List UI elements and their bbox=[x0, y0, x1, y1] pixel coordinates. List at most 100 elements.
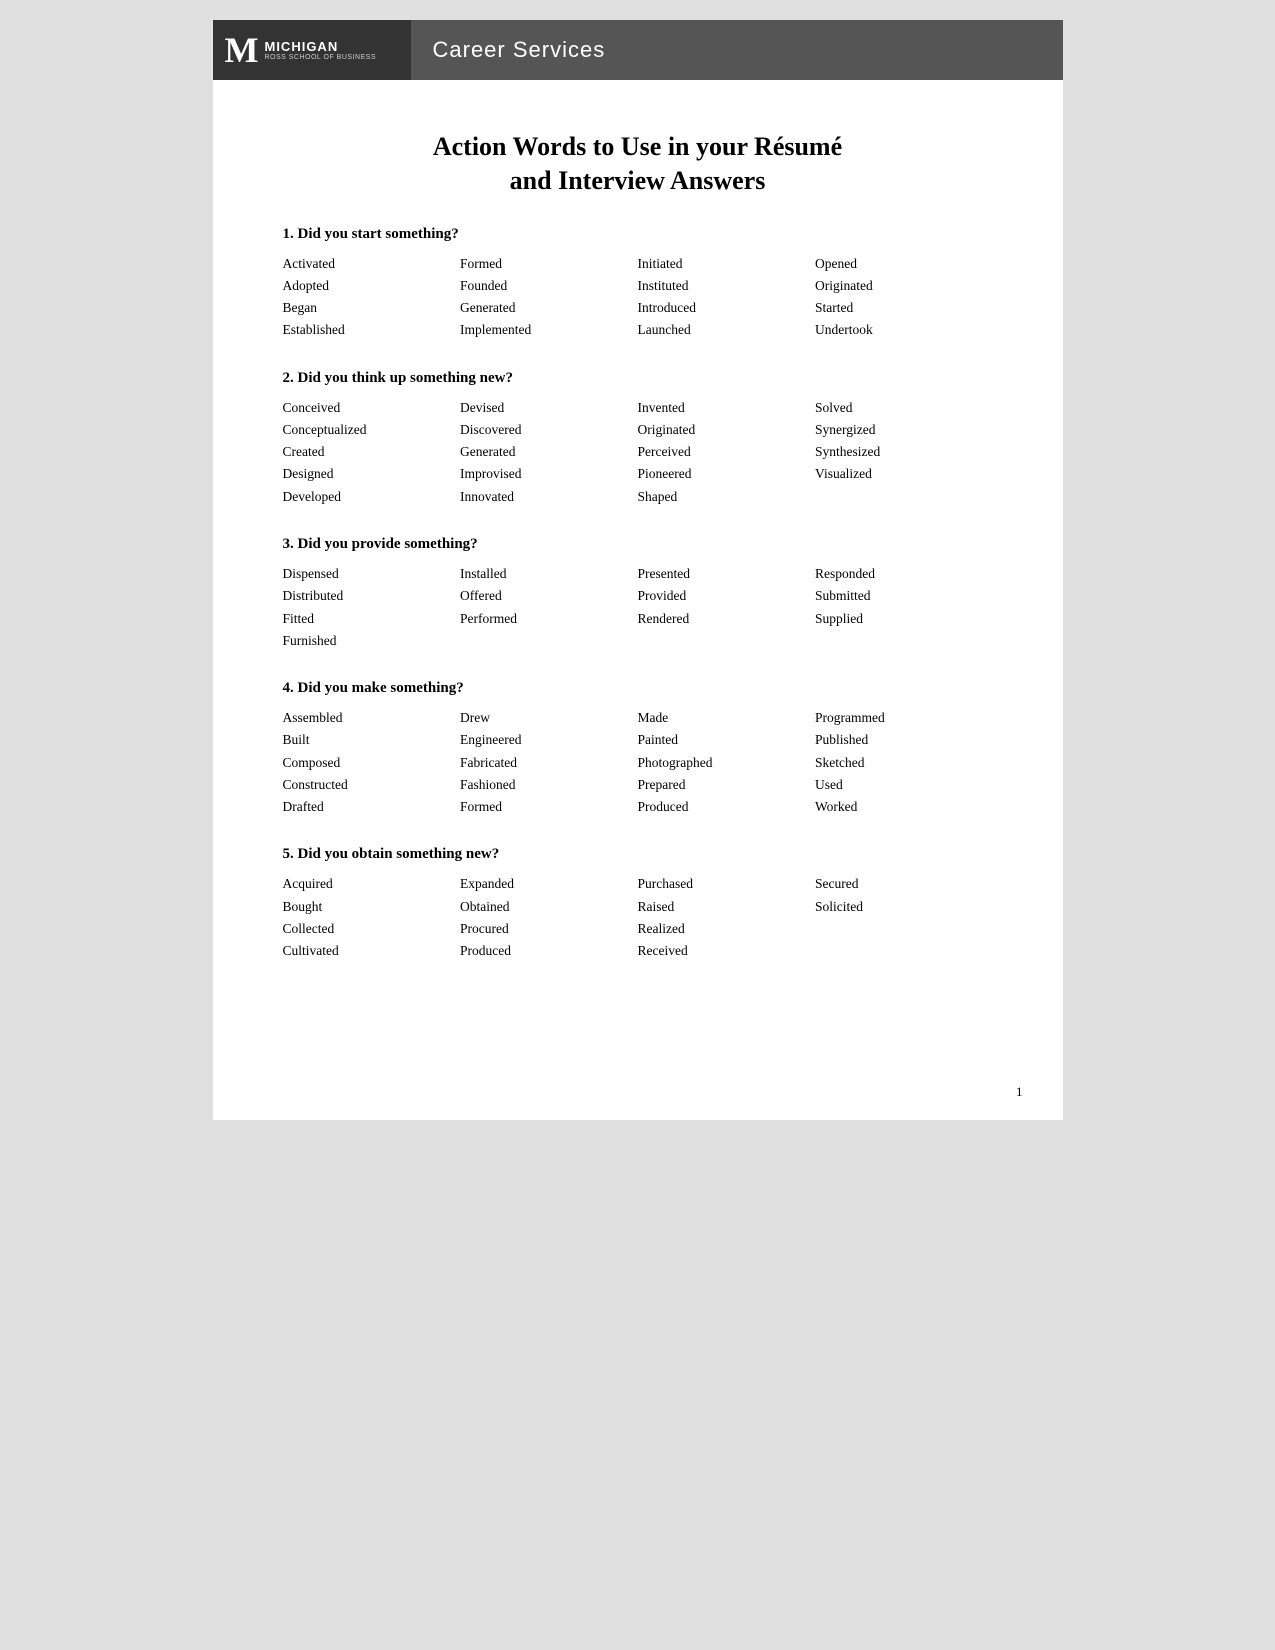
word-item: Adopted bbox=[283, 275, 461, 297]
word-item: Produced bbox=[460, 940, 638, 962]
word-item: Conceptualized bbox=[283, 419, 461, 441]
word-item: Shaped bbox=[638, 486, 816, 508]
section3: 3. Did you provide something? DispensedDi… bbox=[283, 536, 993, 652]
word-item: Initiated bbox=[638, 253, 816, 275]
word-item: Innovated bbox=[460, 486, 638, 508]
word-item: Rendered bbox=[638, 608, 816, 630]
word-item: Produced bbox=[638, 796, 816, 818]
logo-michigan: MICHIGAN bbox=[264, 39, 376, 54]
content-area: Action Words to Use in your Résumé and I… bbox=[213, 80, 1063, 1022]
word-item: Synthesized bbox=[815, 441, 993, 463]
page-number: 1 bbox=[1016, 1084, 1023, 1100]
word-item: Undertook bbox=[815, 319, 993, 341]
header: M MICHIGAN ROSS SCHOOL OF BUSINESS Caree… bbox=[213, 20, 1063, 80]
word-item: Supplied bbox=[815, 608, 993, 630]
word-item: Prepared bbox=[638, 774, 816, 796]
word-item: Collected bbox=[283, 918, 461, 940]
section5: 5. Did you obtain something new? Acquired… bbox=[283, 846, 993, 962]
section4-col-2: MadePaintedPhotographedPreparedProduced bbox=[638, 707, 816, 818]
section2-col-2: InventedOriginatedPerceivedPioneeredShap… bbox=[638, 397, 816, 508]
word-item: Responded bbox=[815, 563, 993, 585]
word-item: Developed bbox=[283, 486, 461, 508]
section1-col-1: FormedFoundedGeneratedImplemented bbox=[460, 253, 638, 342]
logo-text-block: MICHIGAN ROSS SCHOOL OF BUSINESS bbox=[264, 39, 376, 61]
word-item: Solved bbox=[815, 397, 993, 419]
word-item: Purchased bbox=[638, 873, 816, 895]
word-item: Secured bbox=[815, 873, 993, 895]
career-services-block: Career Services bbox=[413, 20, 1063, 80]
word-item: Cultivated bbox=[283, 940, 461, 962]
word-item: Composed bbox=[283, 752, 461, 774]
word-item: Performed bbox=[460, 608, 638, 630]
word-item: Installed bbox=[460, 563, 638, 585]
word-item: Synergized bbox=[815, 419, 993, 441]
word-item: Constructed bbox=[283, 774, 461, 796]
logo-ross: ROSS SCHOOL OF BUSINESS bbox=[264, 54, 376, 61]
word-item: Instituted bbox=[638, 275, 816, 297]
section4-col-3: ProgrammedPublishedSketchedUsedWorked bbox=[815, 707, 993, 818]
word-item: Photographed bbox=[638, 752, 816, 774]
section4-grid: AssembledBuiltComposedConstructedDrafted… bbox=[283, 707, 993, 818]
word-item: Used bbox=[815, 774, 993, 796]
section3-col-3: RespondedSubmittedSupplied bbox=[815, 563, 993, 652]
word-item: Originated bbox=[815, 275, 993, 297]
section1: 1. Did you start something?ActivatedAdop… bbox=[283, 226, 993, 342]
word-item: Programmed bbox=[815, 707, 993, 729]
word-item: Furnished bbox=[283, 630, 461, 652]
logo-block: M MICHIGAN ROSS SCHOOL OF BUSINESS bbox=[213, 20, 413, 80]
word-item: Obtained bbox=[460, 896, 638, 918]
word-item: Formed bbox=[460, 253, 638, 275]
word-item: Devised bbox=[460, 397, 638, 419]
word-item: Perceived bbox=[638, 441, 816, 463]
career-services-label: Career Services bbox=[433, 37, 606, 63]
word-item: Painted bbox=[638, 729, 816, 751]
section3-col-0: DispensedDistributedFittedFurnished bbox=[283, 563, 461, 652]
section1-col-0: ActivatedAdoptedBeganEstablished bbox=[283, 253, 461, 342]
word-item: Opened bbox=[815, 253, 993, 275]
word-item: Generated bbox=[460, 441, 638, 463]
word-item: Introduced bbox=[638, 297, 816, 319]
word-item: Acquired bbox=[283, 873, 461, 895]
section5-heading: 5. Did you obtain something new? bbox=[283, 846, 993, 863]
word-item: Provided bbox=[638, 585, 816, 607]
word-item: Improvised bbox=[460, 463, 638, 485]
title-line1: Action Words to Use in your Résumé bbox=[283, 130, 993, 164]
word-item: Realized bbox=[638, 918, 816, 940]
section2-col-0: ConceivedConceptualizedCreatedDesignedDe… bbox=[283, 397, 461, 508]
section3-grid: DispensedDistributedFittedFurnishedInsta… bbox=[283, 563, 993, 652]
word-item: Worked bbox=[815, 796, 993, 818]
word-item: Drew bbox=[460, 707, 638, 729]
section2-heading: 2. Did you think up something new? bbox=[283, 370, 993, 387]
word-item: Bought bbox=[283, 896, 461, 918]
word-item: Dispensed bbox=[283, 563, 461, 585]
word-item: Published bbox=[815, 729, 993, 751]
word-item: Assembled bbox=[283, 707, 461, 729]
section5-col-3: SecuredSolicited bbox=[815, 873, 993, 962]
section1-col-3: OpenedOriginatedStartedUndertook bbox=[815, 253, 993, 342]
word-item: Offered bbox=[460, 585, 638, 607]
word-item: Fashioned bbox=[460, 774, 638, 796]
section5-grid: AcquiredBoughtCollectedCultivated Expande… bbox=[283, 873, 993, 962]
sections-container: 1. Did you start something?ActivatedAdop… bbox=[283, 226, 993, 963]
logo-m-letter: M bbox=[225, 32, 259, 68]
section1-col-2: InitiatedInstitutedIntroducedLaunched bbox=[638, 253, 816, 342]
section2: 2. Did you think up something new? Concei… bbox=[283, 370, 993, 508]
word-item: Raised bbox=[638, 896, 816, 918]
word-item: Presented bbox=[638, 563, 816, 585]
word-item: Discovered bbox=[460, 419, 638, 441]
page-title: Action Words to Use in your Résumé and I… bbox=[283, 130, 993, 198]
word-item: Implemented bbox=[460, 319, 638, 341]
section2-col-3: SolvedSynergizedSynthesizedVisualized bbox=[815, 397, 993, 508]
word-item: Expanded bbox=[460, 873, 638, 895]
section3-col-2: PresentedProvidedRendered bbox=[638, 563, 816, 652]
section4: 4. Did you make something?AssembledBuilt… bbox=[283, 680, 993, 818]
word-item: Invented bbox=[638, 397, 816, 419]
word-item: Originated bbox=[638, 419, 816, 441]
word-item: Founded bbox=[460, 275, 638, 297]
word-item: Designed bbox=[283, 463, 461, 485]
word-item: Engineered bbox=[460, 729, 638, 751]
word-item: Solicited bbox=[815, 896, 993, 918]
word-item: Visualized bbox=[815, 463, 993, 485]
word-item: Began bbox=[283, 297, 461, 319]
section3-heading: 3. Did you provide something? bbox=[283, 536, 993, 553]
